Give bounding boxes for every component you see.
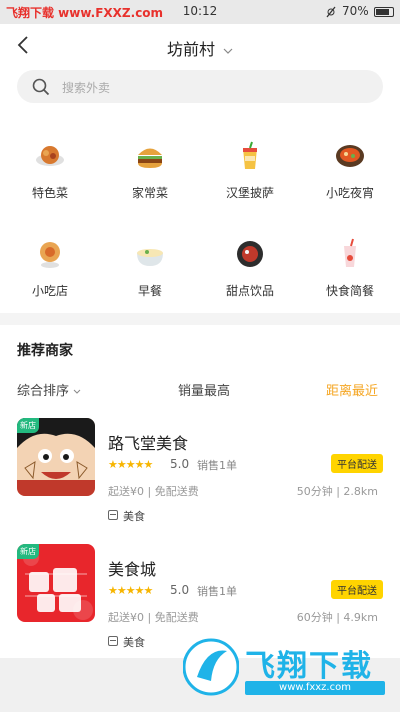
category-homestyle[interactable]: 家常菜	[110, 140, 190, 201]
sort-sales-label: 销量最高	[178, 384, 231, 399]
header: 坊前村	[0, 24, 400, 66]
location-selector[interactable]: 坊前村	[0, 36, 400, 60]
dessert-icon	[237, 241, 263, 267]
sort-default-label: 综合排序	[17, 384, 70, 399]
watermark-text: 飞翔下载	[245, 649, 373, 684]
shop-name: 路飞堂美食	[108, 434, 189, 453]
category-label: 甜点饮品	[225, 284, 274, 298]
sort-distance[interactable]: 距离最近	[326, 380, 378, 399]
shop-sales: 销售1单	[197, 459, 237, 472]
new-shop-tag: 新店	[17, 544, 39, 559]
status-time: 10:12	[182, 4, 218, 18]
chevron-down-icon	[223, 48, 233, 54]
battery-percent: 70%	[342, 4, 369, 18]
category-label: 家常菜	[131, 186, 168, 200]
category-label: 特色菜	[31, 186, 68, 200]
category-label: 早餐	[137, 284, 162, 298]
specialty-dish-icon	[36, 146, 64, 166]
sort-default[interactable]: 综合排序	[17, 380, 81, 399]
shop-distance: 50分钟 | 2.8km	[296, 485, 378, 498]
shop-name: 美食城	[108, 560, 157, 579]
category-fast-food[interactable]: 快食简餐	[310, 238, 390, 299]
search-bar[interactable]: 搜索外卖	[17, 70, 383, 103]
delivery-badge: 平台配送	[331, 580, 383, 599]
category-burger-pizza[interactable]: 汉堡披萨	[210, 140, 290, 201]
shop-rating: 5.0	[170, 457, 190, 471]
search-placeholder: 搜索外卖	[62, 81, 111, 95]
category-snack-shop[interactable]: 小吃店	[10, 238, 90, 299]
category-tag-icon	[108, 510, 118, 520]
hotpot-icon	[336, 145, 364, 167]
page-title: 坊前村	[166, 40, 215, 59]
noodle-bowl-icon	[137, 249, 163, 266]
shop-sales: 销售1单	[197, 585, 237, 598]
watermark-url: www.fxxz.com	[245, 681, 385, 695]
search-icon	[32, 78, 50, 96]
shop-distance: 60分钟 | 4.9km	[296, 611, 378, 624]
category-label: 汉堡披萨	[225, 186, 274, 200]
star-rating-icon: ★★★★★	[108, 458, 153, 471]
watermark-logo-icon	[182, 638, 240, 696]
delivery-info: 起送¥0 | 免配送费	[108, 485, 199, 498]
delivery-info: 起送¥0 | 免配送费	[108, 611, 199, 624]
category-night-snack[interactable]: 小吃夜宵	[310, 140, 390, 201]
category-specialty[interactable]: 特色菜	[10, 140, 90, 201]
section-title: 推荐商家	[17, 343, 73, 359]
chevron-down-icon	[73, 389, 81, 394]
category-dessert-drinks[interactable]: 甜点饮品	[210, 238, 290, 299]
category-label: 小吃夜宵	[325, 186, 374, 200]
signal-icon	[326, 6, 336, 18]
burger-icon	[138, 148, 162, 168]
snack-icon	[40, 242, 60, 268]
shop-category: 美食	[123, 636, 145, 649]
category-label: 快食简餐	[325, 284, 374, 298]
shop-category: 美食	[123, 510, 145, 523]
new-shop-tag: 新店	[17, 418, 39, 433]
delivery-badge: 平台配送	[331, 454, 383, 473]
star-rating-icon: ★★★★★	[108, 584, 153, 597]
shop-logo: 新店	[17, 544, 95, 622]
drink-cup-icon	[243, 141, 257, 169]
shop-logo: 新店	[17, 418, 95, 496]
watermark-logo: 飞翔下载 www.fxxz.com	[182, 637, 393, 699]
battery-icon	[374, 7, 394, 17]
fast-food-icon	[344, 238, 356, 267]
shop-rating: 5.0	[170, 583, 190, 597]
category-breakfast[interactable]: 早餐	[110, 238, 190, 299]
shop-card[interactable]: 新店 路飞堂美食 ★★★★★ 5.0 销售1单 平台配送 起送¥0 | 免配送费…	[0, 418, 400, 543]
sort-sales[interactable]: 销量最高	[178, 380, 230, 399]
category-label: 小吃店	[31, 284, 68, 298]
section-divider	[0, 313, 400, 325]
sort-distance-label: 距离最近	[326, 384, 379, 399]
category-tag-icon	[108, 636, 118, 646]
status-bar: 飞翔下载 www.FXXZ.com 10:12 70%	[0, 0, 400, 24]
